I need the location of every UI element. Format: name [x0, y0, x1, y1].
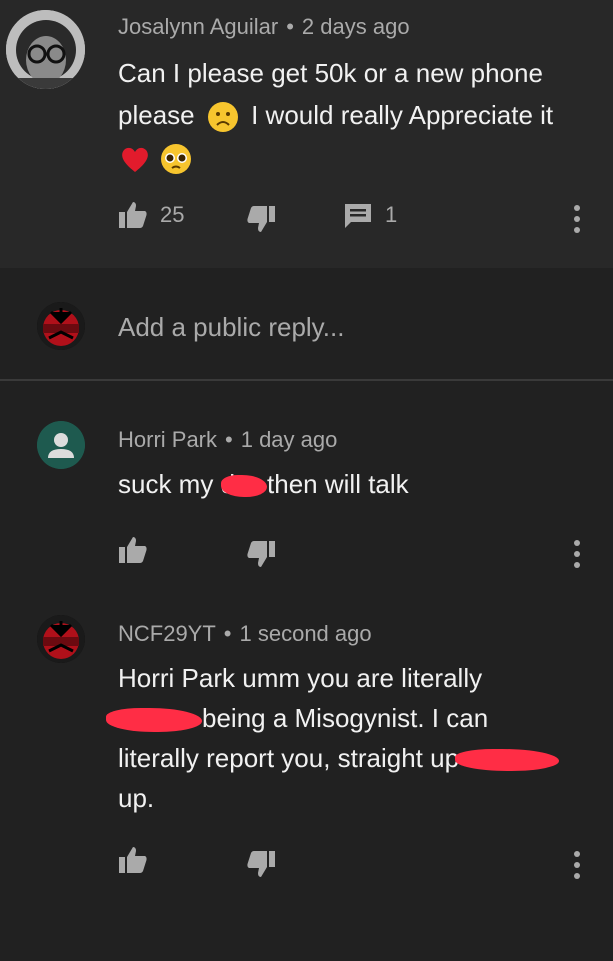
thumbs-up-icon: [119, 537, 147, 563]
like-button[interactable]: [118, 845, 160, 875]
kebab-dot: [574, 551, 580, 557]
comment-text-part: then will talk: [267, 469, 409, 499]
default-user-icon: [37, 421, 85, 469]
dislike-button[interactable]: [246, 539, 276, 569]
comment-meta: Horri Park • 1 day ago: [118, 427, 337, 453]
comment-bubble-icon: [345, 204, 371, 228]
reply-composer: Add a public reply...: [0, 268, 613, 381]
comment-text-part: I would really Appreciate it: [251, 100, 554, 130]
more-options-button[interactable]: [567, 851, 587, 885]
comment-text-part: being a Misogynist. I can: [202, 703, 489, 733]
reply-input[interactable]: Add a public reply...: [118, 312, 344, 343]
dislike-button[interactable]: [246, 849, 276, 879]
kebab-dot: [574, 851, 580, 857]
avatar-josalynn[interactable]: [6, 10, 85, 89]
like-button[interactable]: [118, 535, 160, 565]
comment-text: suck my d then will talk: [118, 463, 598, 505]
redaction-mark: [106, 708, 202, 733]
thumbs-up-icon: [119, 202, 147, 228]
comment-text-part: suck my d: [118, 469, 236, 499]
comment-line: literally report you, straight up: [118, 738, 598, 778]
comment-time: 1 day ago: [240, 427, 338, 452]
thumbs-up-icon: [119, 847, 147, 873]
comment-emoji-line: [118, 136, 598, 178]
more-options-button[interactable]: [567, 205, 587, 239]
reply-comment: Horri Park • 1 day ago suck my d then will …: [0, 381, 613, 581]
author-name[interactable]: Josalynn Aguilar: [118, 14, 278, 39]
avatar-ncf29yt[interactable]: [37, 615, 85, 663]
separator-dot: •: [225, 427, 233, 452]
ncf29yt-logo-icon: [37, 615, 85, 663]
comment-line: please I would really Appreciate it: [118, 94, 598, 136]
separator-dot: •: [286, 14, 294, 39]
comment-text-part: literally report you, straight up: [118, 743, 460, 773]
comment-text: Can I please get 50k or a new phone plea…: [118, 52, 598, 178]
reply-count: 1: [385, 202, 398, 227]
red-heart-icon: [122, 147, 148, 173]
kebab-dot: [574, 562, 580, 568]
thumbs-down-icon: [247, 206, 275, 232]
kebab-dot: [574, 862, 580, 868]
thumbs-down-icon: [247, 541, 275, 567]
kebab-dot: [574, 227, 580, 233]
kebab-dot: [574, 216, 580, 222]
comment-actions: [118, 845, 418, 885]
comment-meta: NCF29YT • 1 second ago: [118, 621, 372, 647]
comment-text-part: please: [118, 100, 195, 130]
frowning-face-icon: [207, 102, 238, 133]
comment-actions: 25 1: [118, 200, 598, 240]
more-options-button[interactable]: [567, 540, 587, 574]
comment-line: up.: [118, 783, 155, 813]
comment-time: 1 second ago: [239, 621, 372, 646]
person-photo-icon: [6, 10, 85, 89]
top-comment: Josalynn Aguilar • 2 days ago Can I please…: [0, 0, 613, 268]
kebab-dot: [574, 540, 580, 546]
reply-comment: NCF29YT • 1 second ago Horri Park umm you …: [0, 581, 613, 961]
redaction-mark: [455, 749, 560, 772]
kebab-dot: [574, 873, 580, 879]
comment-line: Horri Park umm you are literally: [118, 663, 483, 693]
comment-line: Can I please get 50k or a new phone: [118, 58, 543, 88]
thumbs-down-icon: [247, 851, 275, 877]
replies-button[interactable]: 1: [343, 200, 397, 230]
dislike-button[interactable]: [246, 204, 276, 234]
like-count: 25: [160, 202, 185, 227]
author-name[interactable]: Horri Park: [118, 427, 217, 452]
like-button[interactable]: 25: [118, 200, 184, 230]
kebab-dot: [574, 205, 580, 211]
pleading-face-icon: [161, 144, 192, 175]
comment-line: being a Misogynist. I can: [106, 698, 598, 738]
author-name[interactable]: NCF29YT: [118, 621, 216, 646]
comment-meta: Josalynn Aguilar • 2 days ago: [118, 14, 410, 40]
current-user-avatar: [37, 302, 85, 350]
redaction-mark: [221, 475, 268, 498]
comment-time: 2 days ago: [301, 14, 410, 39]
separator-dot: •: [223, 621, 232, 646]
avatar-horri-park[interactable]: [37, 421, 85, 469]
comment-actions: [118, 535, 418, 575]
ncf29yt-logo-icon: [37, 302, 85, 350]
comment-text: Horri Park umm you are literally being a…: [106, 658, 598, 818]
